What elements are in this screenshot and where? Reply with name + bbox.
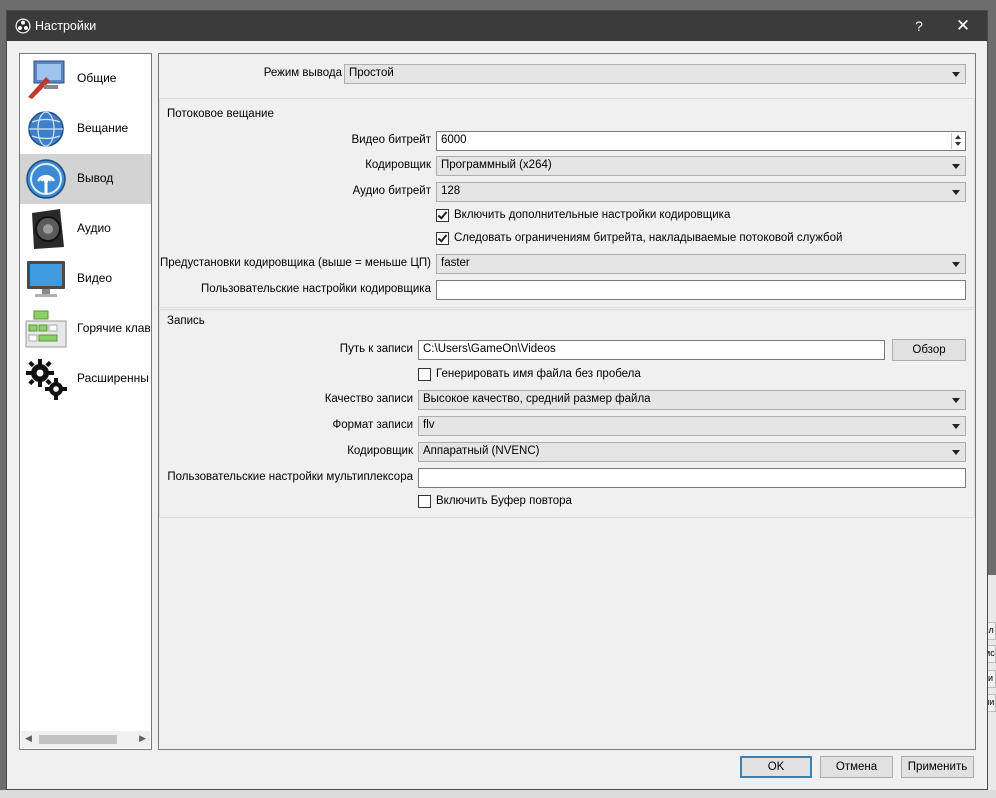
output-mode-value: Простой xyxy=(349,67,394,79)
output-antenna-icon xyxy=(26,159,66,199)
sidebar-item-label: Аудио xyxy=(77,221,111,235)
audio-bitrate-select[interactable]: 128 xyxy=(436,182,966,202)
encoder-preset-label: Предустановки кодировщика (выше = меньше… xyxy=(159,257,431,269)
sidebar-item-video[interactable]: Видео xyxy=(20,254,151,304)
audio-bitrate-value: 128 xyxy=(441,185,461,197)
gears-icon xyxy=(26,359,67,400)
chevron-down-icon xyxy=(952,262,960,267)
recording-encoder-label: Кодировщик xyxy=(347,445,413,457)
sidebar-item-label: Вывод xyxy=(77,171,114,185)
recording-path-value: C:\Users\GameOn\Videos xyxy=(423,343,556,355)
recording-encoder-value: Аппаратный (NVENC) xyxy=(423,445,540,457)
no-space-filename-checkbox[interactable] xyxy=(418,368,431,381)
title-bar[interactable]: Настройки ? ✕ xyxy=(7,11,987,41)
sidebar-item-label: Горячие клав xyxy=(77,321,151,335)
recording-group-title: Запись xyxy=(167,315,205,327)
scroll-left-icon[interactable]: ◀ xyxy=(25,733,32,744)
streaming-group xyxy=(159,98,975,308)
speaker-icon xyxy=(32,209,64,249)
stream-encoder-label: Кодировщик xyxy=(365,159,431,171)
video-bitrate-label: Видео битрейт xyxy=(351,134,431,146)
recording-format-select[interactable]: flv xyxy=(418,416,966,436)
advanced-encoder-checkbox[interactable] xyxy=(436,209,449,222)
recording-path-input[interactable]: C:\Users\GameOn\Videos xyxy=(418,340,885,360)
chevron-down-icon xyxy=(952,398,960,403)
sidebar-item-output[interactable]: Вывод xyxy=(20,154,151,204)
encoder-preset-select[interactable]: faster xyxy=(436,254,966,274)
encoder-preset-value: faster xyxy=(441,257,470,269)
replay-buffer-label[interactable]: Включить Буфер повтора xyxy=(436,495,572,507)
help-button[interactable]: ? xyxy=(897,11,941,41)
muxer-settings-input[interactable] xyxy=(418,468,966,488)
scrollbar-thumb[interactable] xyxy=(39,735,117,744)
close-button[interactable]: ✕ xyxy=(941,11,985,41)
spin-down-icon[interactable] xyxy=(955,142,961,146)
recording-path-label: Путь к записи xyxy=(339,343,413,355)
custom-encoder-settings-label: Пользовательские настройки кодировщика xyxy=(201,283,431,295)
scroll-right-icon[interactable]: ▶ xyxy=(139,733,146,744)
spin-up-icon[interactable] xyxy=(955,135,961,139)
chevron-down-icon xyxy=(952,424,960,429)
muxer-settings-label: Пользовательские настройки мультиплексор… xyxy=(167,471,413,483)
sidebar-item-label: Видео xyxy=(77,271,113,285)
advanced-encoder-label[interactable]: Включить дополнительные настройки кодиро… xyxy=(454,209,730,221)
background-app-bottom xyxy=(0,790,996,798)
chevron-down-icon xyxy=(952,72,960,77)
sidebar-item-advanced[interactable]: Расширенны xyxy=(20,354,151,404)
checkmark-icon xyxy=(437,209,448,220)
sidebar-item-broadcast[interactable]: Вещание xyxy=(20,104,151,154)
replay-buffer-checkbox[interactable] xyxy=(418,495,431,508)
browse-button[interactable]: Обзор xyxy=(892,339,966,361)
sidebar-item-label: Общие xyxy=(77,71,117,85)
custom-encoder-settings-input[interactable] xyxy=(436,280,966,300)
ok-button[interactable]: OK xyxy=(740,756,812,778)
output-settings-panel: Режим вывода Простой Потоковое вещание В… xyxy=(158,53,976,750)
sidebar-item-general[interactable]: Общие xyxy=(20,54,151,104)
video-bitrate-input[interactable]: 6000 xyxy=(436,131,966,151)
recording-quality-value: Высокое качество, средний размер файла xyxy=(423,393,651,405)
checkmark-icon xyxy=(437,232,448,243)
sidebar-item-label: Расширенны xyxy=(77,371,149,385)
bitrate-spinner[interactable] xyxy=(951,133,964,149)
recording-format-value: flv xyxy=(423,419,435,431)
no-space-filename-label[interactable]: Генерировать имя файла без пробела xyxy=(436,368,641,380)
chevron-down-icon xyxy=(952,450,960,455)
cancel-button[interactable]: Отмена xyxy=(820,756,893,778)
sidebar-horizontal-scrollbar[interactable]: ◀ ▶ xyxy=(21,731,150,748)
apply-button[interactable]: Применить xyxy=(901,756,974,778)
settings-sidebar: Общие Вещание Вывод Аудио Видео Горячие … xyxy=(19,53,152,750)
hotkeys-keyboard-icon xyxy=(25,310,67,348)
broadcast-globe-icon xyxy=(28,111,64,147)
monitor-icon xyxy=(27,261,65,297)
recording-quality-label: Качество записи xyxy=(324,393,413,405)
recording-format-label: Формат записи xyxy=(332,419,413,431)
output-mode-label: Режим вывода xyxy=(263,67,342,79)
obs-logo-icon xyxy=(15,18,31,34)
settings-dialog: Настройки ? ✕ Общие Вещание Вывод Аудио … xyxy=(6,10,988,790)
recording-encoder-select[interactable]: Аппаратный (NVENC) xyxy=(418,442,966,462)
sidebar-item-audio[interactable]: Аудио xyxy=(20,204,151,254)
window-title: Настройки xyxy=(35,19,97,33)
sidebar-item-label: Вещание xyxy=(77,121,129,135)
sidebar-item-hotkeys[interactable]: Горячие клав xyxy=(20,304,151,354)
output-mode-select[interactable]: Простой xyxy=(344,64,966,84)
chevron-down-icon xyxy=(952,190,960,195)
enforce-limits-checkbox[interactable] xyxy=(436,232,449,245)
stream-encoder-value: Программный (x264) xyxy=(441,159,552,171)
general-settings-icon xyxy=(28,60,65,99)
streaming-group-title: Потоковое вещание xyxy=(167,108,274,120)
video-bitrate-value: 6000 xyxy=(441,134,467,146)
audio-bitrate-label: Аудио битрейт xyxy=(352,185,431,197)
stream-encoder-select[interactable]: Программный (x264) xyxy=(436,156,966,176)
recording-quality-select[interactable]: Высокое качество, средний размер файла xyxy=(418,390,966,410)
enforce-limits-label[interactable]: Следовать ограничениям битрейта, наклады… xyxy=(454,232,842,244)
chevron-down-icon xyxy=(952,164,960,169)
